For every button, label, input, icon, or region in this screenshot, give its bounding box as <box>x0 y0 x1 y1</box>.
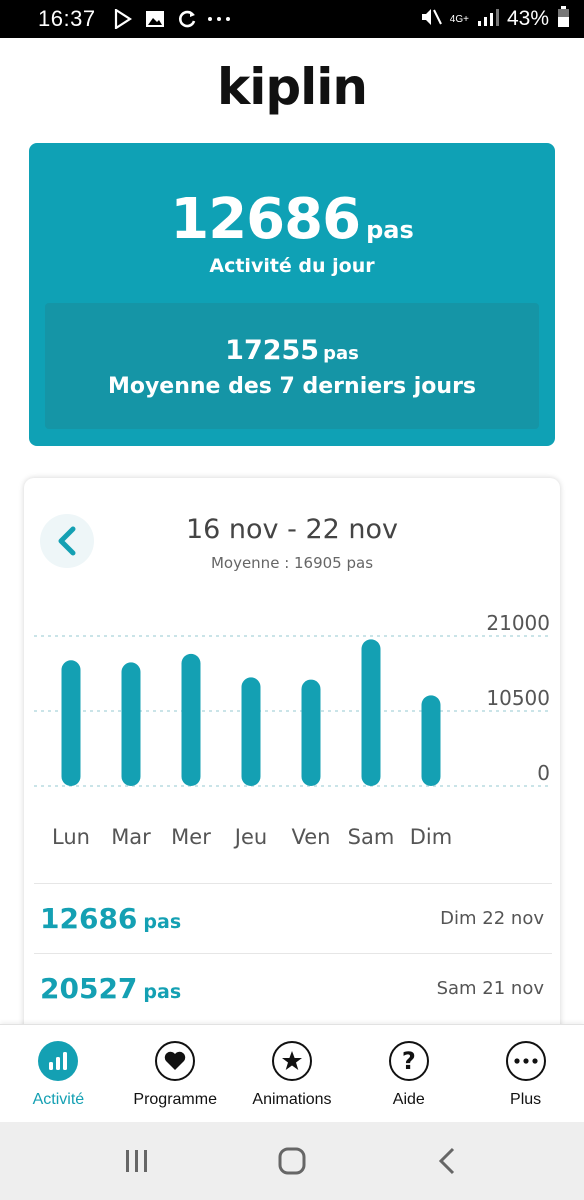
history-steps: 20527 pas <box>40 972 181 1005</box>
bottom-navigation: Activité Programme Animations ? Aide Plu… <box>0 1024 584 1122</box>
network-label: 4G+ <box>449 13 469 25</box>
home-button[interactable] <box>267 1136 317 1186</box>
gallery-icon <box>142 6 168 32</box>
nav-activite[interactable]: Activité <box>0 1025 117 1122</box>
mute-icon <box>420 7 442 32</box>
x-tick-label: Jeu <box>233 825 267 849</box>
today-activity-card: 12686 pas Activité du jour 17255 pas Moyen… <box>29 143 555 446</box>
chart-bar-dim[interactable] <box>421 695 441 786</box>
week-average: Moyenne : 16905 pas <box>210 554 374 572</box>
x-tick-label: Mar <box>111 825 151 849</box>
average-steps-unit: pas <box>323 343 359 364</box>
star-icon <box>271 1041 312 1081</box>
nav-label: Programme <box>133 1091 217 1108</box>
week-range: 16 nov - 22 nov <box>185 514 398 545</box>
status-bar: 16:37 4G+ 43% <box>0 0 584 38</box>
history-date: Dim 22 nov <box>440 908 544 929</box>
recent-apps-icon <box>126 1150 148 1172</box>
history-steps-unit: pas <box>143 981 182 1003</box>
battery-percent: 43% <box>506 7 549 30</box>
today-steps: 12686 pas <box>29 187 555 252</box>
average-steps-value: 17255 <box>225 335 320 366</box>
signal-icon <box>477 7 499 32</box>
home-icon <box>278 1147 306 1175</box>
back-icon <box>438 1147 454 1175</box>
history-steps-value: 12686 <box>40 902 138 935</box>
history-steps-value: 20527 <box>40 972 138 1005</box>
average-steps: 17255 pas <box>45 335 539 366</box>
more-notifications-icon <box>206 6 232 32</box>
history-steps-unit: pas <box>143 911 182 933</box>
weekly-steps-chart: 21000 10500 0 Lun Mar Mer Jeu Ven Sam Dim <box>34 611 550 849</box>
weekly-chart-card: 16 nov - 22 nov Moyenne : 16905 pas 2100… <box>24 478 560 1078</box>
average-label: Moyenne des 7 derniers jours <box>107 374 477 399</box>
chart-bar-ven[interactable] <box>301 679 321 786</box>
back-button[interactable] <box>422 1136 472 1186</box>
nav-aide[interactable]: ? Aide <box>350 1025 467 1122</box>
chart-bar-mar[interactable] <box>121 662 141 786</box>
recent-apps-button[interactable] <box>112 1136 162 1186</box>
sync-icon <box>174 6 200 32</box>
today-steps-value: 12686 <box>170 187 361 252</box>
x-tick-label: Sam <box>348 825 395 849</box>
nav-programme[interactable]: Programme <box>117 1025 234 1122</box>
question-icon: ? <box>388 1041 429 1081</box>
y-tick-label: 0 <box>537 761 550 785</box>
x-tick-label: Dim <box>410 825 452 849</box>
bar-chart-icon <box>38 1041 79 1081</box>
nav-label: Plus <box>510 1091 542 1108</box>
history-row[interactable]: 12686 pas Dim 22 nov <box>34 883 552 953</box>
more-icon <box>505 1041 546 1081</box>
chart-bar-lun[interactable] <box>61 660 81 786</box>
status-right: 4G+ 43% <box>420 5 570 33</box>
x-tick-label: Lun <box>52 825 90 849</box>
chart-bar-mer[interactable] <box>181 653 201 786</box>
nav-label: Animations <box>252 1091 332 1108</box>
seven-day-average-box: 17255 pas Moyenne des 7 derniers jours <box>45 303 539 429</box>
x-tick-label: Ven <box>292 825 331 849</box>
history-date: Sam 21 nov <box>436 978 544 999</box>
nav-label: Aide <box>392 1091 425 1108</box>
nav-animations[interactable]: Animations <box>234 1025 351 1122</box>
play-store-icon <box>110 6 136 32</box>
nav-label: Activité <box>32 1091 85 1108</box>
chart-bar-jeu[interactable] <box>241 677 261 786</box>
chart-bar-sam[interactable] <box>361 639 381 786</box>
chevron-left-icon <box>58 526 76 556</box>
app-logo: kiplin <box>216 58 368 116</box>
y-tick-label: 10500 <box>486 686 550 710</box>
system-navigation-bar <box>0 1122 584 1200</box>
today-steps-unit: pas <box>366 216 414 244</box>
today-label: Activité du jour <box>209 255 375 277</box>
x-tick-label: Mer <box>171 825 211 849</box>
y-tick-label: 21000 <box>486 611 550 635</box>
heart-icon <box>155 1041 196 1081</box>
nav-plus[interactable]: Plus <box>467 1025 584 1122</box>
battery-icon <box>557 5 570 33</box>
history-steps: 12686 pas <box>40 902 181 935</box>
status-time: 16:37 <box>38 6 96 31</box>
history-row[interactable]: 20527 pas Sam 21 nov <box>34 953 552 1023</box>
